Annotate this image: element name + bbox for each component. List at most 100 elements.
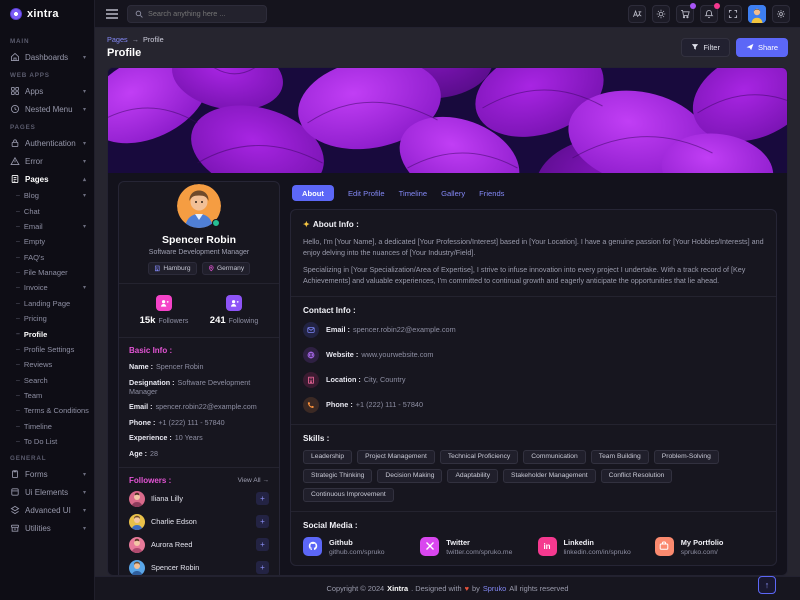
skill-chip[interactable]: Strategic Thinking <box>303 469 372 483</box>
sidebar-item-team[interactable]: –Team <box>0 388 94 403</box>
notifications-button[interactable] <box>700 5 718 23</box>
skill-chip[interactable]: Problem-Solving <box>654 450 719 464</box>
sidebar-item-terms[interactable]: –Terms & Conditions <box>0 403 94 418</box>
sidebar-item-invoice[interactable]: –Invoice▾ <box>0 280 94 295</box>
social-name: Linkedin <box>564 538 594 547</box>
add-follower-button[interactable]: + <box>256 538 269 551</box>
breadcrumb-pages-link[interactable]: Pages <box>107 35 128 44</box>
dash-icon: – <box>16 238 20 245</box>
footer-spruko-link[interactable]: Spruko <box>483 584 506 593</box>
add-follower-button[interactable]: + <box>256 492 269 505</box>
skill-chip[interactable]: Adaptability <box>447 469 498 483</box>
share-icon <box>746 43 754 51</box>
brand-logo[interactable]: xintra <box>0 0 94 28</box>
language-button[interactable] <box>628 5 646 23</box>
skill-chip[interactable]: Decision Making <box>377 469 442 483</box>
nav-section-pages: PAGES <box>0 118 94 134</box>
sidebar-item-dashboards[interactable]: Dashboards ▾ <box>0 48 94 66</box>
add-follower-button[interactable]: + <box>256 561 269 574</box>
sidebar-item-error[interactable]: Error ▾ <box>0 152 94 170</box>
profile-stats: 15kFollowers 241Following <box>119 284 279 338</box>
contact-row-phone: Phone :+1 (222) 111 - 57840 <box>303 397 764 413</box>
github-icon <box>303 537 322 556</box>
dash-icon: – <box>16 254 20 261</box>
info-row-phone: Phone :+1 (222) 111 - 57840 <box>129 418 269 427</box>
user-avatar[interactable] <box>748 5 766 23</box>
sidebar-item-reviews[interactable]: –Reviews <box>0 357 94 372</box>
fullscreen-button[interactable] <box>724 5 742 23</box>
sidebar-item-profile-settings[interactable]: –Profile Settings <box>0 342 94 357</box>
sidebar-item-landing-page[interactable]: –Landing Page <box>0 296 94 311</box>
sidebar-item-label: Landing Page <box>24 299 86 308</box>
sidebar-item-label: Apps <box>25 87 78 96</box>
tab-timeline[interactable]: Timeline <box>399 185 427 201</box>
cart-button[interactable] <box>676 5 694 23</box>
scroll-to-top-button[interactable]: ↑ <box>758 576 776 594</box>
info-label: Age : <box>129 449 147 458</box>
globe-icon <box>303 347 319 363</box>
hamburger-menu-icon[interactable] <box>105 8 119 20</box>
lock-icon <box>10 138 20 148</box>
sidebar-item-blog[interactable]: –Blog▾ <box>0 188 94 203</box>
tab-gallery[interactable]: Gallery <box>441 185 465 201</box>
search-input[interactable] <box>148 9 259 18</box>
add-follower-button[interactable]: + <box>256 515 269 528</box>
chevron-down-icon: ▾ <box>83 507 86 514</box>
sidebar-item-pricing[interactable]: –Pricing <box>0 311 94 326</box>
skill-chip[interactable]: Continuous Improvement <box>303 488 394 502</box>
social-name: My Portfolio <box>681 538 724 547</box>
sidebar-item-utilities[interactable]: Utilities ▾ <box>0 519 94 537</box>
sidebar-item-label: Reviews <box>24 360 86 369</box>
tab-friends[interactable]: Friends <box>479 185 504 201</box>
social-github[interactable]: Githubgithub.com/spruko <box>303 537 412 556</box>
skill-chip[interactable]: Team Building <box>591 450 649 464</box>
sidebar-item-label: Team <box>24 391 86 400</box>
language-icon <box>632 9 642 19</box>
info-value: 10 Years <box>175 433 203 442</box>
skill-chip[interactable]: Conflict Resolution <box>601 469 673 483</box>
sidebar-item-todo[interactable]: –To Do List <box>0 434 94 449</box>
tab-about[interactable]: About <box>292 185 334 201</box>
sidebar-item-profile[interactable]: –Profile <box>0 326 94 341</box>
cart-icon <box>680 9 690 19</box>
sidebar-item-email[interactable]: –Email▾ <box>0 219 94 234</box>
profile-card: Spencer Robin Software Development Manag… <box>107 67 788 576</box>
sidebar-item-nested-menu[interactable]: Nested Menu ▾ <box>0 100 94 118</box>
view-all-link[interactable]: View All → <box>238 477 269 484</box>
sidebar-item-forms[interactable]: Forms ▾ <box>0 465 94 483</box>
top-header <box>95 0 800 28</box>
about-info-section: ✦About Info : Hello, I'm [Your Name], a … <box>291 210 776 297</box>
sidebar-item-label: Invoice <box>24 283 79 292</box>
social-portfolio[interactable]: My Portfoliospruko.com/ <box>655 537 764 556</box>
sidebar-item-faqs[interactable]: –FAQ's <box>0 250 94 265</box>
chevron-down-icon: ▾ <box>83 106 86 113</box>
tab-edit-profile[interactable]: Edit Profile <box>348 185 385 201</box>
skill-chip[interactable]: Technical Proficiency <box>440 450 518 464</box>
skill-chip[interactable]: Project Management <box>357 450 435 464</box>
sidebar-item-file-manager[interactable]: –File Manager <box>0 265 94 280</box>
skill-chip[interactable]: Leadership <box>303 450 352 464</box>
sidebar-item-authentication[interactable]: Authentication ▾ <box>0 134 94 152</box>
sidebar-item-timeline[interactable]: –Timeline <box>0 419 94 434</box>
skill-chip[interactable]: Communication <box>523 450 585 464</box>
sidebar-item-ui-elements[interactable]: Ui Elements ▾ <box>0 483 94 501</box>
sidebar-item-chat[interactable]: –Chat <box>0 203 94 218</box>
theme-toggle-button[interactable] <box>652 5 670 23</box>
social-linkedin[interactable]: in Linkedinlinkedin.com/in/spruko <box>538 537 647 556</box>
sidebar-item-search[interactable]: –Search <box>0 373 94 388</box>
arrow-right-icon: → <box>262 477 269 484</box>
filter-button[interactable]: Filter <box>681 38 730 57</box>
sidebar-item-pages[interactable]: Pages ▴ <box>0 170 94 188</box>
sidebar-item-empty[interactable]: –Empty <box>0 234 94 249</box>
gear-icon <box>776 9 786 19</box>
box-icon <box>10 487 20 497</box>
sidebar-item-apps[interactable]: Apps ▾ <box>0 82 94 100</box>
skill-chip[interactable]: Stakeholder Management <box>503 469 596 483</box>
sidebar-item-advanced-ui[interactable]: Advanced UI ▾ <box>0 501 94 519</box>
info-label: Email : <box>129 402 153 411</box>
about-paragraph-1: Hello, I'm [Your Name], a dedicated [You… <box>303 236 764 258</box>
social-twitter[interactable]: Twittertwitter.com/spruko.me <box>420 537 529 556</box>
skills-heading: Skills : <box>303 434 764 443</box>
settings-button[interactable] <box>772 5 790 23</box>
share-button[interactable]: Share <box>736 38 788 57</box>
